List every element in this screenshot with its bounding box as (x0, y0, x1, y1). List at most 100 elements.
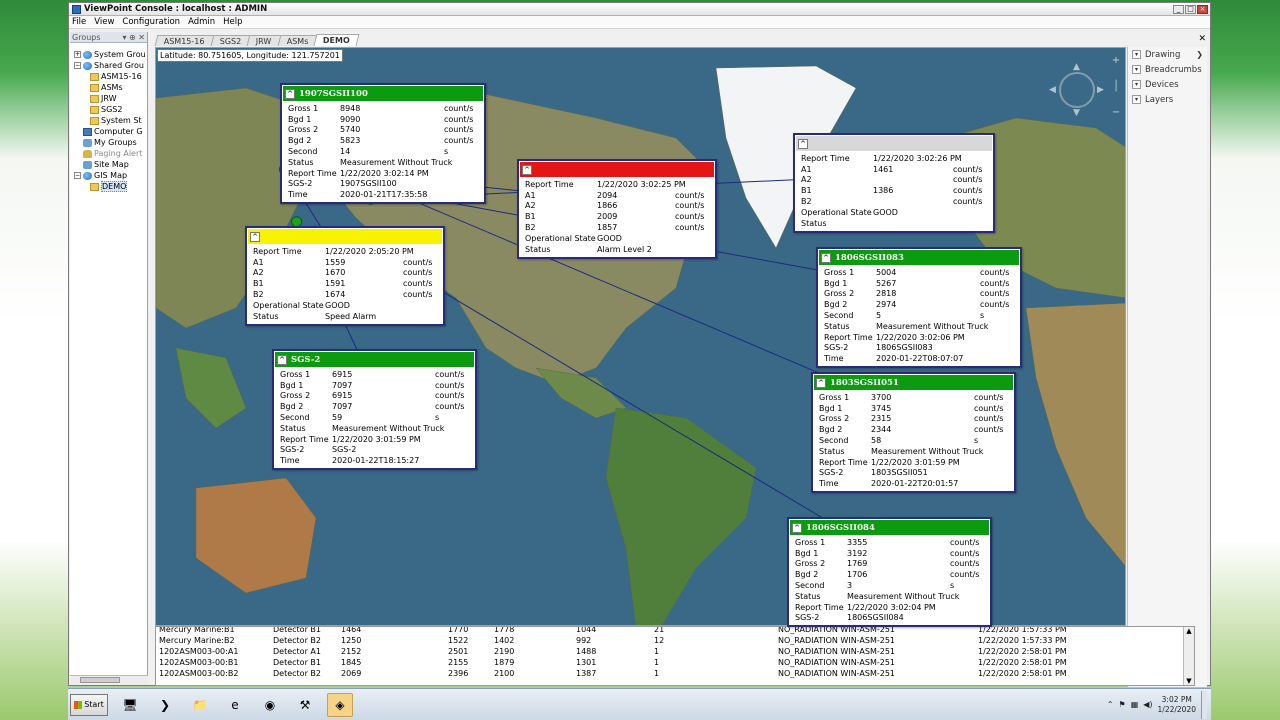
firefox-icon[interactable]: ◉ (257, 693, 283, 717)
table-cell: 1301 (576, 658, 597, 667)
popup-header[interactable]: ^ 1806SGSII084 (790, 520, 989, 535)
maximize-button[interactable]: □ (1185, 4, 1196, 14)
tree-item[interactable]: ASMs (90, 82, 164, 93)
scroll-up-icon[interactable]: ▲ (1184, 627, 1194, 637)
tab-sgs2[interactable]: SGS2 (210, 35, 251, 46)
chevron-down-icon[interactable]: ▾ (1132, 80, 1141, 89)
tab-jrw[interactable]: JRW (246, 35, 282, 46)
chevron-down-icon[interactable]: ▾ (1132, 65, 1141, 74)
menu-admin[interactable]: Admin (188, 17, 215, 27)
popup-header[interactable]: ^ (520, 162, 714, 177)
device-popup[interactable]: ^ Report Time 1/22/2020 3:02:25 PM A1 2094 co… (517, 159, 717, 259)
tab-asms[interactable]: ASMs (277, 35, 318, 46)
pan-down-icon[interactable]: ▼ (1073, 108, 1080, 118)
map-navigation-control[interactable]: ▲ ◀ ▶ ▼ (1047, 56, 1107, 118)
zoom-in-icon[interactable]: + (1111, 56, 1121, 66)
device-popup[interactable]: ^ SGS-2 Gross 1 6915 count/s Bgd 1 7097 count/s… (272, 349, 477, 471)
chevron-down-icon[interactable]: ▾ (1132, 50, 1141, 59)
scroll-thumb[interactable] (80, 677, 120, 683)
device-popup[interactable]: ^ 1806SGSII084 Gross 1 3355 count/s Bgd 1 3192… (787, 517, 992, 628)
table-row[interactable]: 1202ASM003-00:B2 Detector B2 2069 2396 2100 1… (156, 669, 1194, 680)
panel-pin-icon[interactable]: ❯ (1196, 50, 1203, 59)
collapse-icon[interactable]: ^ (816, 377, 826, 388)
grid-vscrollbar[interactable]: ▲ ▼ (1183, 627, 1194, 685)
server-manager-icon[interactable]: 🖥 (117, 693, 143, 717)
panel-drawing[interactable]: ▾ Drawing ❯ (1128, 47, 1207, 62)
table-row[interactable]: Mercury Marine:B2 Detector B2 1250 1522 1402… (156, 636, 1194, 647)
tray-expand-icon[interactable]: ⌃ (1107, 700, 1114, 709)
popup-header[interactable]: ^ 1907SGSII100 (283, 86, 483, 101)
tree-item[interactable]: − GIS Map (74, 170, 148, 181)
powershell-icon[interactable]: ❯ (152, 693, 178, 717)
panel-layers[interactable]: ▾ Layers (1128, 92, 1207, 107)
tree-item[interactable]: Computer G (74, 126, 148, 137)
collapse-icon[interactable]: ^ (792, 522, 802, 533)
action-center-icon[interactable]: ⚑ (1119, 700, 1126, 709)
tree-expander-icon[interactable]: − (74, 172, 81, 179)
pan-left-icon[interactable]: ◀ (1049, 85, 1056, 95)
collapse-icon[interactable]: ^ (821, 252, 831, 263)
tree-item[interactable]: + System Grou (74, 49, 148, 60)
tab-demo[interactable]: DEMO (313, 34, 360, 46)
tree-expander-icon[interactable]: + (74, 51, 81, 58)
tree-item[interactable]: Site Map (74, 159, 148, 170)
volume-icon[interactable]: ◀) (1143, 700, 1152, 709)
tree-item[interactable]: SGS2 (90, 104, 164, 115)
panel-devices[interactable]: ▾ Devices (1128, 77, 1207, 92)
device-popup[interactable]: ^ 1803SGSII051 Gross 1 3700 count/s Bgd 1 3745… (811, 372, 1016, 494)
viewpoint-icon[interactable]: ◈ (327, 692, 353, 717)
tab-asm15-16[interactable]: ASM15-16 (154, 35, 215, 46)
ie-icon[interactable]: e (222, 693, 248, 717)
pan-up-icon[interactable]: ▲ (1073, 62, 1080, 72)
tree-item[interactable]: − Shared Grou (74, 60, 148, 71)
show-desktop-button[interactable] (1201, 690, 1207, 719)
tree-item[interactable]: Paging Alert (74, 148, 148, 159)
table-row[interactable]: 1202ASM003-00:B1 Detector B1 1845 2155 1879 1… (156, 658, 1194, 669)
zoom-out-icon[interactable]: − (1111, 108, 1121, 118)
popup-header[interactable]: ^ (248, 229, 442, 244)
collapse-icon[interactable]: ^ (285, 88, 295, 99)
tools-icon[interactable]: ⚒ (292, 693, 318, 717)
menu-help[interactable]: Help (223, 17, 242, 27)
tree-item[interactable]: System St (90, 115, 164, 126)
device-popup[interactable]: ^ 1907SGSII100 Gross 1 8948 count/s Bgd 1 9090… (280, 83, 486, 205)
collapse-icon[interactable]: ^ (250, 231, 260, 242)
start-button[interactable]: Start (70, 693, 108, 716)
menu-file[interactable]: File (72, 17, 86, 27)
groups-hscrollbar[interactable] (70, 675, 148, 684)
panel-controls[interactable]: ▾ ⊕ ✕ (122, 33, 147, 42)
popup-header[interactable]: ^ 1806SGSII083 (819, 250, 1019, 265)
pan-right-icon[interactable]: ▶ (1097, 85, 1104, 95)
device-popup[interactable]: ^ 1806SGSII083 Gross 1 5004 count/s Bgd 1 5267… (816, 247, 1022, 369)
table-row[interactable]: Mercury Marine:B1 Detector B1 1464 1770 1778… (156, 627, 1194, 636)
tree-item[interactable]: DEMO (90, 181, 164, 192)
table-cell: 2501 (448, 647, 469, 656)
table-row[interactable]: 1202ASM003-00:A1 Detector A1 2152 2501 2190 1… (156, 647, 1194, 658)
device-popup[interactable]: ^ Report Time 1/22/2020 3:02:26 PM A1 1461 co… (793, 133, 995, 233)
collapse-icon[interactable]: ^ (277, 354, 287, 365)
scroll-down-icon[interactable]: ▼ (1184, 677, 1194, 685)
menu-view[interactable]: View (94, 17, 114, 27)
close-tab-icon[interactable]: ✕ (1198, 34, 1206, 44)
network-icon[interactable]: ▦ (1131, 700, 1139, 709)
clock[interactable]: 3:02 PM 1/22/2020 (1158, 695, 1196, 715)
zoom-slider-icon[interactable]: │ (1111, 82, 1121, 92)
device-popup[interactable]: ^ Report Time 1/22/2020 2:05:20 PM A1 1559 co… (245, 226, 445, 326)
table-cell: Detector A1 (273, 647, 321, 656)
popup-header[interactable]: ^ (796, 136, 992, 151)
panel-breadcrumbs[interactable]: ▾ Breadcrumbs (1128, 62, 1207, 77)
collapse-icon[interactable]: ^ (798, 138, 808, 149)
tree-expander-icon[interactable]: − (74, 62, 81, 69)
tree-item[interactable]: ASM15-16 (90, 71, 164, 82)
navigation-ring-icon[interactable] (1059, 72, 1095, 108)
collapse-icon[interactable]: ^ (522, 164, 532, 175)
tree-item[interactable]: JRW (90, 93, 164, 104)
chevron-down-icon[interactable]: ▾ (1132, 95, 1141, 104)
popup-header[interactable]: ^ SGS-2 (275, 352, 474, 367)
minimize-button[interactable]: _ (1173, 4, 1184, 14)
popup-header[interactable]: ^ 1803SGSII051 (814, 375, 1013, 390)
close-button[interactable]: × (1197, 4, 1208, 14)
explorer-icon[interactable]: 📁 (187, 693, 213, 717)
tree-item[interactable]: My Groups (74, 137, 148, 148)
menu-configuration[interactable]: Configuration (122, 17, 180, 27)
